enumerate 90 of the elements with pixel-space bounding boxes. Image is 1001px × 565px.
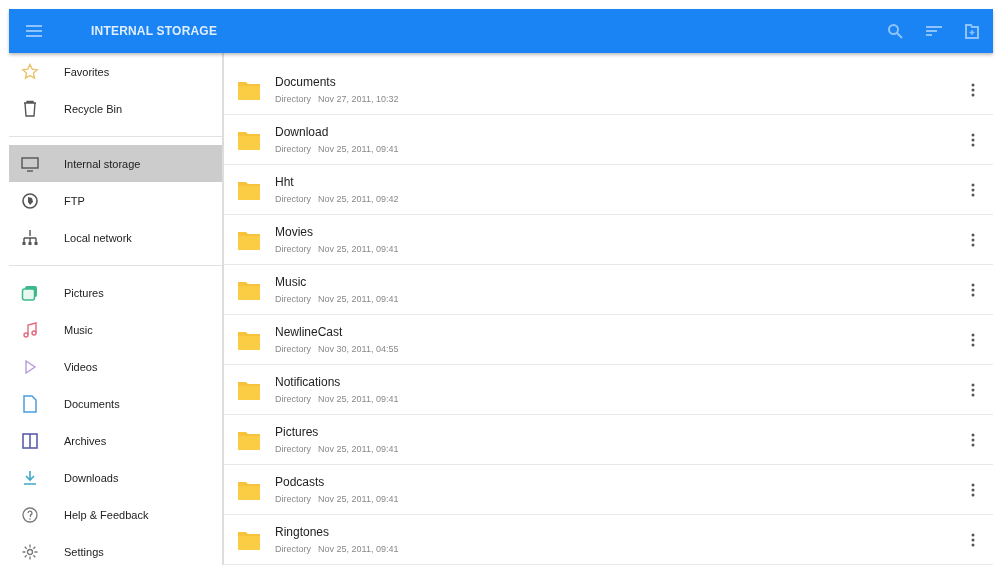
folder-name: Music <box>275 275 308 289</box>
modified-date: Nov 30, 2011, 04:55 <box>318 344 399 354</box>
pictures-icon <box>21 283 39 302</box>
folder-row[interactable]: Documents Directory Nov 27, 2011, 10:32 <box>224 65 993 115</box>
download-icon <box>21 468 39 487</box>
help-icon <box>21 505 39 524</box>
search-icon <box>887 23 903 39</box>
sort-icon <box>925 25 943 37</box>
folder-icon <box>238 479 260 500</box>
file-type: Directory <box>275 244 311 254</box>
folder-icon <box>238 529 260 550</box>
monitor-icon <box>21 154 39 173</box>
menu-icon <box>25 24 43 38</box>
folder-icon <box>238 129 260 150</box>
folder-row[interactable]: Movies Directory Nov 25, 2011, 09:41 <box>224 215 993 265</box>
folder-icon <box>238 179 260 200</box>
more-icon <box>971 182 975 197</box>
file-type: Directory <box>275 94 311 104</box>
more-icon <box>971 132 975 147</box>
more-icon <box>971 432 975 447</box>
drawer-item[interactable]: FTP <box>9 182 222 219</box>
more-icon <box>971 232 975 247</box>
folder-name: Download <box>275 125 330 139</box>
more-icon <box>971 82 975 97</box>
modified-date: Nov 25, 2011, 09:41 <box>318 144 399 154</box>
more-icon <box>971 532 975 547</box>
trash-icon <box>21 99 39 118</box>
document-icon <box>21 394 39 413</box>
settings-icon <box>21 542 39 561</box>
file-type: Directory <box>275 494 311 504</box>
modified-date: Nov 25, 2011, 09:41 <box>318 294 399 304</box>
network-icon <box>21 228 39 247</box>
toolbar-title: INTERNAL STORAGE <box>91 24 218 38</box>
file-type: Directory <box>275 344 311 354</box>
modified-date: Nov 25, 2011, 09:41 <box>318 444 399 454</box>
folder-row[interactable]: Download Directory Nov 25, 2011, 09:41 <box>224 115 993 165</box>
folder-row[interactable]: Pictures Directory Nov 25, 2011, 09:41 <box>224 415 993 465</box>
file-type: Directory <box>275 294 311 304</box>
file-type: Directory <box>275 194 311 204</box>
more-icon <box>971 382 975 397</box>
globe-icon <box>21 191 39 210</box>
modified-date: Nov 27, 2011, 10:32 <box>318 94 399 104</box>
star-icon <box>21 62 39 81</box>
drawer-item[interactable]: Settings <box>9 533 222 565</box>
folder-name: Documents <box>275 75 337 89</box>
modified-date: Nov 25, 2011, 09:41 <box>318 394 399 404</box>
folder-icon <box>238 329 260 350</box>
more-icon <box>971 332 975 347</box>
folder-name: Pictures <box>275 425 320 439</box>
drawer-item[interactable]: Archives <box>9 422 222 459</box>
file-type: Directory <box>275 444 311 454</box>
folder-icon <box>238 279 260 300</box>
drawer-item[interactable]: Local network <box>9 219 222 256</box>
file-type: Directory <box>275 144 311 154</box>
folder-icon <box>238 379 260 400</box>
folder-icon <box>238 79 260 100</box>
more-icon <box>971 482 975 497</box>
modified-date: Nov 25, 2011, 09:42 <box>318 194 399 204</box>
drawer-item[interactable]: Downloads <box>9 459 222 496</box>
folder-name: Notifications <box>275 375 342 389</box>
folder-name: Podcasts <box>275 475 326 489</box>
folder-row[interactable]: Notifications Directory Nov 25, 2011, 09:41 <box>224 365 993 415</box>
folder-row[interactable]: NewlineCast Directory Nov 30, 2011, 04:55 <box>224 315 993 365</box>
folder-icon <box>238 429 260 450</box>
folder-name: Hht <box>275 175 295 189</box>
folder-row[interactable]: Hht Directory Nov 25, 2011, 09:42 <box>224 165 993 215</box>
modified-date: Nov 25, 2011, 09:41 <box>318 244 399 254</box>
more-icon <box>971 282 975 297</box>
folder-name: Movies <box>275 225 314 239</box>
drawer-item[interactable]: Favorites <box>9 53 222 90</box>
drawer-item[interactable]: Music <box>9 311 222 348</box>
folder-icon <box>238 229 260 250</box>
folder-row[interactable]: Music Directory Nov 25, 2011, 09:41 <box>224 265 993 315</box>
file-type: Directory <box>275 394 311 404</box>
drawer-item[interactable]: Documents <box>9 385 222 422</box>
music-note-icon <box>21 320 39 339</box>
drawer-item[interactable]: Help & Feedback <box>9 496 222 533</box>
drawer-item[interactable]: Internal storage <box>9 145 222 182</box>
archive-icon <box>21 431 39 450</box>
modified-date: Nov 25, 2011, 09:41 <box>318 544 399 554</box>
drawer-item[interactable]: Recycle Bin <box>9 90 222 127</box>
folder-name: Ringtones <box>275 525 331 539</box>
folder-row[interactable]: Podcasts Directory Nov 25, 2011, 09:41 <box>224 465 993 515</box>
modified-date: Nov 25, 2011, 09:41 <box>318 494 399 504</box>
folder-icon <box>965 23 979 39</box>
file-type: Directory <box>275 544 311 554</box>
folder-row[interactable]: Ringtones Directory Nov 25, 2011, 09:41 <box>224 515 993 565</box>
drawer-item[interactable]: Videos <box>9 348 222 385</box>
folder-name: NewlineCast <box>275 325 344 339</box>
drawer-item[interactable]: Pictures <box>9 274 222 311</box>
